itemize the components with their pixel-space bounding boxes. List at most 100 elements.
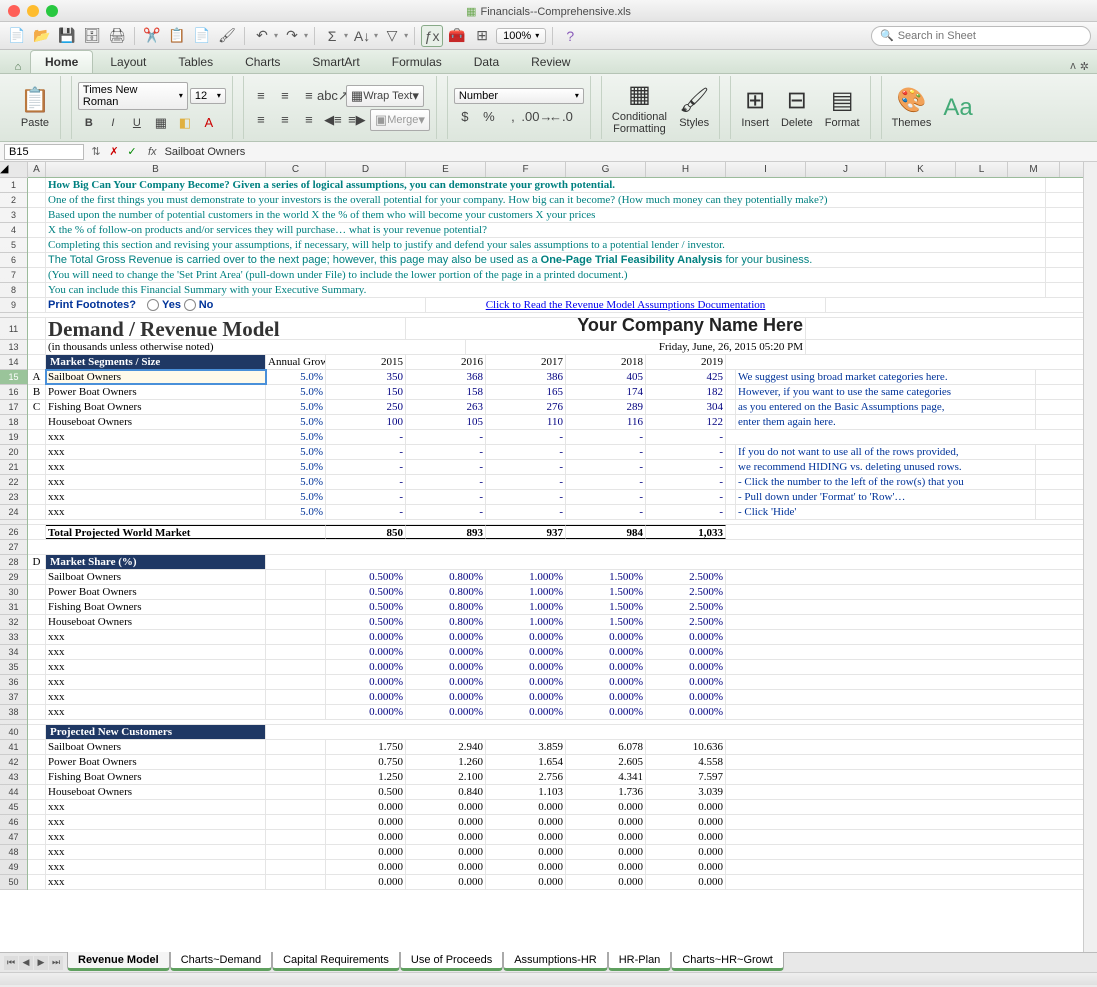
data-cell[interactable]: 0.000	[486, 845, 566, 859]
cell[interactable]	[28, 770, 46, 784]
row-header[interactable]: 48	[0, 845, 27, 860]
increase-decimal-icon[interactable]: .00→	[526, 106, 548, 128]
font-name-select[interactable]: Times New Roman▾	[78, 82, 188, 110]
data-cell[interactable]: 2.500%	[646, 570, 726, 584]
year-header[interactable]: 2019	[646, 355, 726, 369]
search-input[interactable]	[898, 30, 1082, 42]
year-header[interactable]: 2017	[486, 355, 566, 369]
data-cell[interactable]: 0.000%	[646, 705, 726, 719]
row-header[interactable]: 31	[0, 600, 27, 615]
data-cell[interactable]: 110	[486, 415, 566, 429]
data-cell[interactable]: 2.100	[406, 770, 486, 784]
cell[interactable]	[726, 505, 736, 519]
data-cell[interactable]: -	[566, 460, 646, 474]
data-cell[interactable]: 0.500	[326, 785, 406, 799]
data-cell[interactable]: 0.000%	[646, 675, 726, 689]
data-cell[interactable]: 0.000	[326, 845, 406, 859]
data-cell[interactable]: 2.500%	[646, 615, 726, 629]
data-cell[interactable]: 0.000%	[486, 630, 566, 644]
data-cell[interactable]: 1.000%	[486, 585, 566, 599]
data-cell[interactable]: 0.000	[326, 875, 406, 889]
save-as-icon[interactable]: 🗄	[81, 25, 103, 47]
segment-name[interactable]: Houseboat Owners	[46, 785, 266, 799]
row-header[interactable]: 23	[0, 490, 27, 505]
cell[interactable]	[28, 845, 46, 859]
segment-name[interactable]: xxx	[46, 845, 266, 859]
row-header[interactable]: 8	[0, 283, 27, 298]
column-header[interactable]: I	[726, 162, 806, 177]
data-cell[interactable]: 0.000	[486, 815, 566, 829]
merge-button[interactable]: ▣ Merge ▾	[370, 109, 430, 131]
data-cell[interactable]: 165	[486, 385, 566, 399]
gallery-icon[interactable]: ⊞	[471, 25, 493, 47]
data-cell[interactable]: 0.000	[646, 875, 726, 889]
data-cell[interactable]: -	[326, 490, 406, 504]
data-cell[interactable]: 0.800%	[406, 600, 486, 614]
cell[interactable]	[266, 815, 326, 829]
data-cell[interactable]: 350	[326, 370, 406, 384]
data-cell[interactable]: 1.103	[486, 785, 566, 799]
data-cell[interactable]: -	[646, 460, 726, 474]
segment-name[interactable]: xxx	[46, 875, 266, 889]
font-color-button[interactable]: A	[198, 112, 220, 134]
themes-button[interactable]: 🎨Themes	[888, 84, 936, 131]
cell[interactable]	[266, 675, 326, 689]
column-header[interactable]: H	[646, 162, 726, 177]
data-cell[interactable]: 0.000	[326, 860, 406, 874]
data-cell[interactable]: 0.000	[406, 830, 486, 844]
side-note[interactable]: enter them again here.	[736, 415, 1036, 429]
row-header[interactable]: 4	[0, 223, 27, 238]
data-cell[interactable]: -	[486, 445, 566, 459]
tab-nav-first-icon[interactable]: ⏮	[4, 956, 18, 970]
row-tag[interactable]	[28, 430, 46, 444]
total-value[interactable]: 984	[566, 525, 646, 539]
redo-icon[interactable]: ↷	[281, 25, 303, 47]
name-box[interactable]: B15	[4, 144, 84, 160]
data-cell[interactable]: 0.500%	[326, 600, 406, 614]
cell[interactable]	[28, 298, 46, 312]
row-header[interactable]: 28	[0, 555, 27, 570]
section-header[interactable]: Market Share (%)	[46, 555, 266, 569]
data-cell[interactable]: -	[326, 460, 406, 474]
sheet-tab[interactable]: Use of Proceeds	[400, 952, 503, 971]
segment-name[interactable]: xxx	[46, 830, 266, 844]
growth-pct[interactable]: 5.0%	[266, 490, 326, 504]
save-icon[interactable]: 💾	[56, 25, 78, 47]
cell[interactable]	[266, 785, 326, 799]
select-all-corner[interactable]: ◢	[0, 162, 28, 178]
collapse-ribbon-icon[interactable]: ʌ	[1070, 60, 1076, 73]
cell[interactable]	[726, 475, 736, 489]
data-cell[interactable]: 0.000%	[406, 705, 486, 719]
data-cell[interactable]: -	[406, 430, 486, 444]
data-cell[interactable]: 0.800%	[406, 615, 486, 629]
data-cell[interactable]: 0.000%	[566, 690, 646, 704]
vertical-scrollbar[interactable]	[1083, 162, 1097, 952]
row-header[interactable]: 22	[0, 475, 27, 490]
total-value[interactable]: 1,033	[646, 525, 726, 539]
data-cell[interactable]: 2.756	[486, 770, 566, 784]
data-cell[interactable]: 0.000	[566, 860, 646, 874]
minimize-window-button[interactable]	[27, 5, 39, 17]
data-cell[interactable]: 0.000%	[566, 675, 646, 689]
sheet-tab[interactable]: HR-Plan	[608, 952, 672, 971]
data-cell[interactable]: 1.500%	[566, 615, 646, 629]
indent-left-icon[interactable]: ◀≡	[322, 109, 344, 131]
data-cell[interactable]: 0.750	[326, 755, 406, 769]
column-header[interactable]: B	[46, 162, 266, 177]
row-tag[interactable]	[28, 460, 46, 474]
data-cell[interactable]: 0.000	[566, 875, 646, 889]
data-cell[interactable]: -	[646, 430, 726, 444]
sheet-tab[interactable]: Capital Requirements	[272, 952, 400, 971]
growth-pct[interactable]: 5.0%	[266, 460, 326, 474]
data-cell[interactable]: 0.000%	[646, 690, 726, 704]
data-cell[interactable]: 2.940	[406, 740, 486, 754]
sheet-tab[interactable]: Charts~HR~Growt	[671, 952, 783, 971]
intro-text[interactable]: X the % of follow-on products and/or ser…	[46, 223, 1046, 237]
data-cell[interactable]: 0.000	[326, 830, 406, 844]
cell[interactable]	[28, 630, 46, 644]
row-header[interactable]: 38	[0, 705, 27, 720]
side-note[interactable]: - Click the number to the left of the ro…	[736, 475, 1036, 489]
data-cell[interactable]: 3.859	[486, 740, 566, 754]
formula-input[interactable]: Sailboat Owners	[165, 146, 1093, 158]
cell[interactable]	[28, 645, 46, 659]
